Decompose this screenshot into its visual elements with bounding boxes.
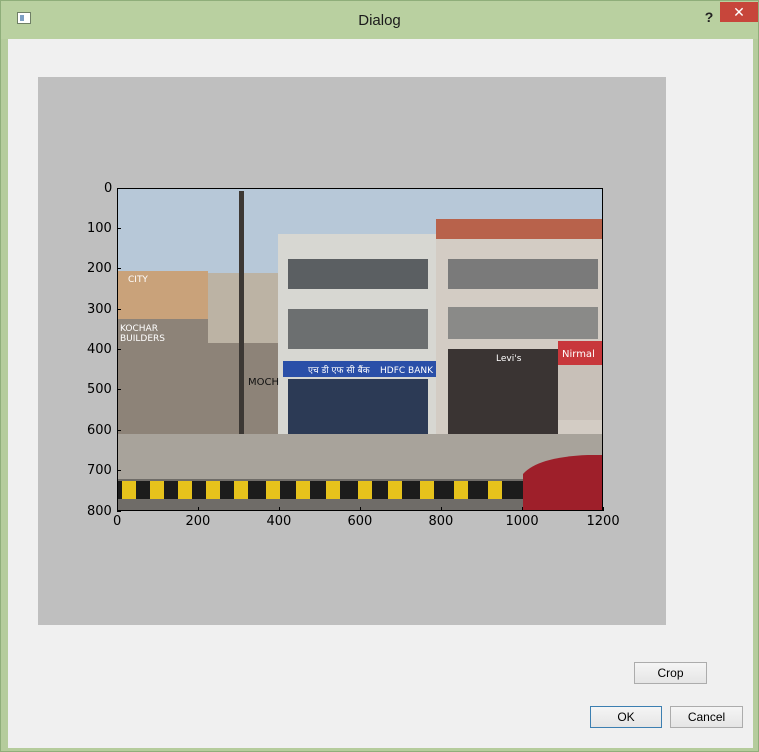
y-tick-label: 0 xyxy=(104,180,113,196)
sign-levis: Levi's xyxy=(496,354,522,364)
window-title: Dialog xyxy=(358,12,401,29)
y-tick-mark xyxy=(117,510,121,512)
sign-builders: BUILDERS xyxy=(120,334,165,344)
x-tick-mark xyxy=(440,507,442,511)
y-tick-label: 500 xyxy=(87,382,112,398)
sign-hdfc: HDFC BANK xyxy=(380,366,434,376)
y-tick-mark xyxy=(117,187,121,189)
y-tick-label: 200 xyxy=(87,261,112,277)
y-tick-label: 100 xyxy=(87,220,112,236)
x-tick-label: 200 xyxy=(185,514,211,529)
x-tick-mark xyxy=(197,507,199,511)
x-tick-label: 600 xyxy=(347,514,373,529)
y-tick-label: 600 xyxy=(87,422,112,438)
y-tick-mark xyxy=(117,227,121,229)
y-tick-mark xyxy=(117,470,121,472)
y-tick-mark xyxy=(117,349,121,350)
y-tick-mark xyxy=(117,268,121,270)
x-tick-mark xyxy=(602,507,604,511)
y-tick-label: 800 xyxy=(87,503,112,519)
title-bar[interactable]: Dialog ? ✕ xyxy=(1,1,758,39)
sign-nirmal: Nirmal xyxy=(562,349,595,360)
plot-canvas[interactable]: CITY KOCHAR BUILDERS MOCH एच डी एफ सी बै… xyxy=(38,77,666,625)
y-tick-mark xyxy=(117,389,121,391)
sign-hdfc-hindi: एच डी एफ सी बैंक xyxy=(308,364,371,376)
x-tick-label: 1200 xyxy=(586,514,620,529)
y-tick-label: 700 xyxy=(87,463,112,479)
dialog-body: CITY KOCHAR BUILDERS MOCH एच डी एफ सी बै… xyxy=(8,39,753,748)
ok-button[interactable]: OK xyxy=(590,706,662,728)
sign-moch: MOCH xyxy=(248,377,279,388)
x-tick-mark xyxy=(359,507,361,511)
y-tick-label: 300 xyxy=(87,301,112,317)
x-tick-mark xyxy=(521,507,523,511)
cancel-button[interactable]: Cancel xyxy=(670,706,743,728)
y-tick-label: 400 xyxy=(87,342,112,357)
close-button[interactable]: ✕ xyxy=(720,2,758,22)
sign-city: CITY xyxy=(128,275,148,285)
image-axes[interactable]: CITY KOCHAR BUILDERS MOCH एच डी एफ सी बै… xyxy=(117,188,603,511)
y-tick-mark xyxy=(117,308,121,310)
dialog-window: Dialog ? ✕ CITY KOCHAR BUILDERS MOCH एच … xyxy=(0,0,759,752)
help-button[interactable]: ? xyxy=(696,6,722,28)
street-photo: CITY KOCHAR BUILDERS MOCH एच डी एफ सी बै… xyxy=(118,189,602,510)
x-tick-mark xyxy=(278,507,280,511)
sign-kochar: KOCHAR xyxy=(120,324,158,334)
x-tick-label: 400 xyxy=(266,514,292,529)
y-tick-mark xyxy=(117,429,121,431)
x-tick-label: 0 xyxy=(113,514,122,529)
crop-button[interactable]: Crop xyxy=(634,662,707,684)
x-tick-label: 1000 xyxy=(505,514,539,529)
x-tick-label: 800 xyxy=(428,514,454,529)
